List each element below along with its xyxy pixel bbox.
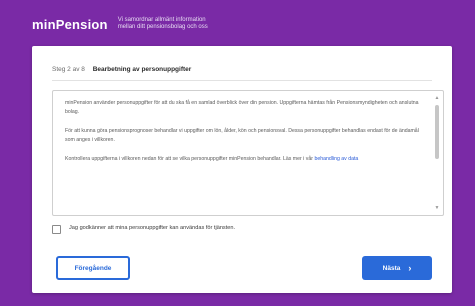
header-tagline: Vi samordnar allmänt information mellan … [118, 17, 208, 31]
scroll-down-icon[interactable]: ▼ [434, 205, 440, 211]
step-header: Steg 2 av 8 Bearbetning av personuppgift… [52, 66, 191, 73]
terms-paragraph-3: Kontrollera uppgifterna i villkoren neda… [65, 155, 420, 164]
privacy-link[interactable]: behandling av data [314, 156, 358, 162]
chevron-right-icon: › [408, 262, 412, 273]
scrollbar-thumb[interactable] [435, 105, 439, 159]
consent-row[interactable]: Jag godkänner att mina personuppgifter k… [52, 224, 432, 234]
terms-textbox[interactable]: minPension använder personuppgifter för … [52, 90, 444, 216]
step-indicator: Steg 2 av 8 [52, 66, 85, 73]
terms-paragraph-1: minPension använder personuppgifter för … [65, 100, 419, 115]
divider [52, 80, 432, 81]
app-background: minPension Vi samordnar allmänt informat… [0, 0, 475, 306]
terms-paragraph-2: För att kunna göra pensionsprognoser beh… [65, 128, 419, 143]
header: minPension Vi samordnar allmänt informat… [32, 10, 452, 38]
consent-card: Steg 2 av 8 Bearbetning av personuppgift… [32, 46, 452, 293]
back-button[interactable]: Föregående [56, 256, 130, 280]
tagline-line-1: Vi samordnar allmänt information [117, 17, 206, 23]
consent-checkbox[interactable] [52, 225, 61, 234]
scroll-up-icon[interactable]: ▲ [434, 95, 440, 101]
page-title: Bearbetning av personuppgifter [92, 66, 192, 73]
terms-scrollbar[interactable]: ▲ ▼ [434, 95, 440, 211]
brand-logo: minPension [32, 16, 108, 32]
terms-content: minPension använder personuppgifter för … [65, 99, 420, 174]
next-button[interactable]: Nästa › [362, 256, 432, 280]
consent-label[interactable]: Jag godkänner att mina personuppgifter k… [69, 224, 399, 232]
next-button-label: Nästa [382, 264, 401, 272]
tagline-line-2: mellan ditt pensionsbolag och oss [117, 24, 208, 30]
terms-paragraph-3-text: Kontrollera uppgifterna i villkoren neda… [65, 156, 313, 162]
